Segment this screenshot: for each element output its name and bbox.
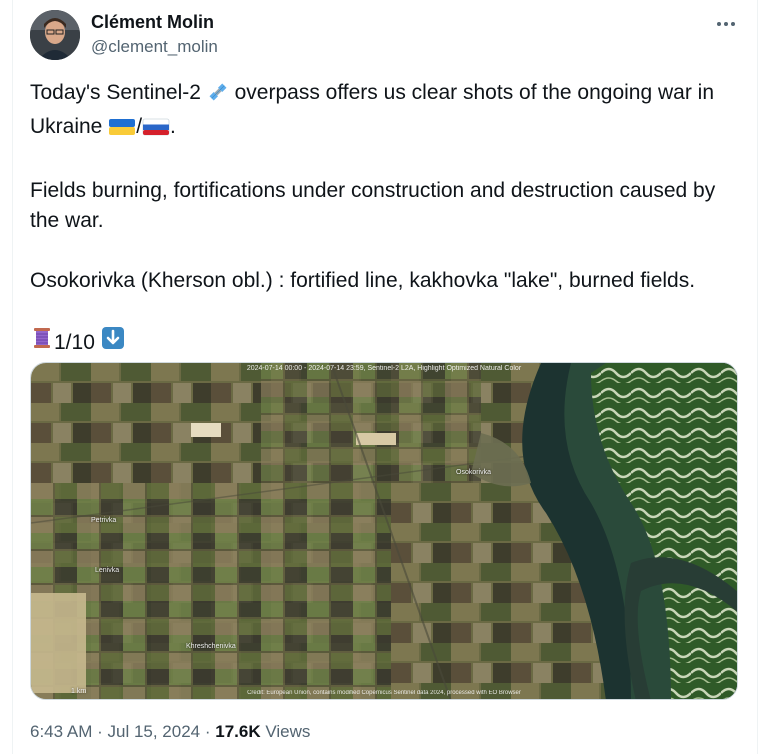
ukraine-flag-icon bbox=[108, 116, 136, 146]
place-label: Petrivka bbox=[91, 517, 117, 524]
tweet-date[interactable]: Jul 15, 2024 bbox=[107, 722, 200, 741]
author-handle[interactable]: @clement_molin bbox=[91, 36, 218, 58]
views-label: Views bbox=[260, 722, 311, 741]
tweet-body: Today's Sentinel-2 overpass offers us cl… bbox=[30, 78, 740, 359]
tweet-time[interactable]: 6:43 AM bbox=[30, 722, 92, 741]
down-arrow-icon bbox=[101, 326, 125, 359]
tweet-meta: 6:43 AM · Jul 15, 2024 · 17.6K Views bbox=[30, 722, 311, 741]
more-options-icon[interactable] bbox=[712, 10, 740, 38]
place-label: Khreshchenivka bbox=[186, 643, 236, 650]
place-label: Lenivka bbox=[95, 567, 120, 574]
thread-spool-icon bbox=[30, 326, 54, 359]
tweet-paragraph-3: Osokorivka (Kherson obl.) : fortified li… bbox=[30, 269, 696, 292]
views-count[interactable]: 17.6K bbox=[215, 722, 260, 741]
thread-counter: 1/10 bbox=[30, 326, 125, 359]
tweet-paragraph-2: Fields burning, fortifications under con… bbox=[30, 179, 722, 232]
tweet-paragraph-1: Today's Sentinel-2 overpass offers us cl… bbox=[30, 78, 740, 146]
avatar[interactable] bbox=[30, 10, 80, 60]
image-caption-top: 2024-07-14 00:00 - 2024-07-14 23:59, Sen… bbox=[246, 365, 522, 372]
author-name[interactable]: Clément Molin bbox=[91, 11, 214, 33]
satellite-image[interactable]: 2024-07-14 00:00 - 2024-07-14 23:59, Sen… bbox=[30, 362, 738, 700]
russia-flag-icon bbox=[142, 116, 170, 146]
image-credit: Credit: European Union, contains modifie… bbox=[247, 690, 521, 696]
place-label: Osokorivka bbox=[456, 469, 492, 476]
satellite-icon bbox=[207, 81, 229, 112]
